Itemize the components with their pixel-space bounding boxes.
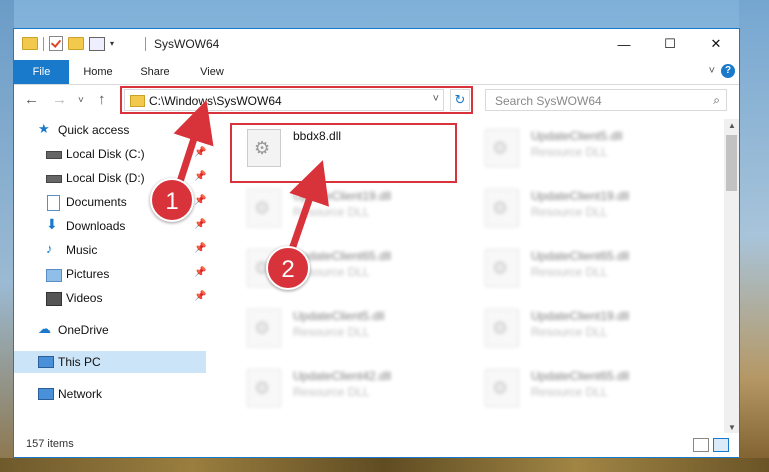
arrow-to-file	[286, 160, 329, 257]
step-2-badge: 2	[266, 246, 310, 290]
annotation-arrows	[173, 100, 329, 257]
step-1-badge: 1	[150, 178, 194, 222]
arrow-to-address	[173, 100, 214, 190]
